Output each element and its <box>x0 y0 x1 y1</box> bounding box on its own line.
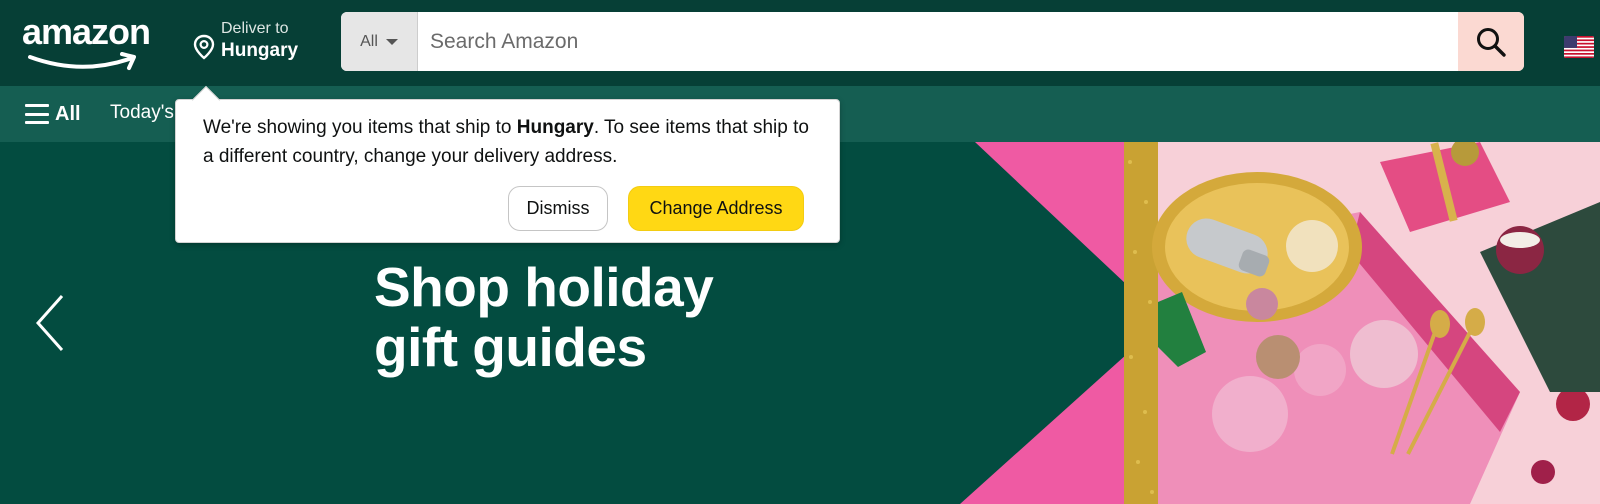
hamburger-icon <box>25 104 49 124</box>
location-pin-icon <box>193 34 215 60</box>
logo-smile-icon <box>28 52 136 70</box>
top-header: amazon Deliver to Hungary All <box>0 0 1600 86</box>
search-input[interactable] <box>418 12 1458 71</box>
hero-title[interactable]: Shop holiday gift guides <box>374 256 714 378</box>
popover-message-part1: We're showing you items that ship to <box>203 117 517 138</box>
search-bar: All <box>341 12 1524 71</box>
amazon-logo[interactable]: amazon <box>22 14 167 70</box>
search-button[interactable] <box>1458 12 1524 71</box>
all-menu-label: All <box>55 102 81 125</box>
dismiss-button[interactable]: Dismiss <box>508 186 608 231</box>
deliver-to-label: Deliver to <box>221 20 289 37</box>
popover-country: Hungary <box>516 117 594 138</box>
search-department-label: All <box>360 32 378 50</box>
delivery-address-popover: We're showing you items that ship to Hun… <box>175 85 840 243</box>
deliver-country: Hungary <box>221 40 299 61</box>
caret-down-icon <box>385 38 398 45</box>
carousel-prev-arrow-icon[interactable] <box>32 292 68 354</box>
hero-title-line1: Shop holiday <box>374 256 714 318</box>
us-flag-icon[interactable] <box>1564 36 1594 58</box>
nav-item-todays-deals[interactable]: Today's <box>110 102 174 124</box>
popover-message: We're showing you items that ship to Hun… <box>203 113 823 171</box>
logo-text: amazon <box>22 11 151 52</box>
search-department-select[interactable]: All <box>341 12 418 71</box>
search-icon <box>1477 27 1506 57</box>
change-address-button[interactable]: Change Address <box>628 186 804 231</box>
all-menu-button[interactable]: All <box>25 101 85 127</box>
hero-title-line2: gift guides <box>374 316 647 378</box>
